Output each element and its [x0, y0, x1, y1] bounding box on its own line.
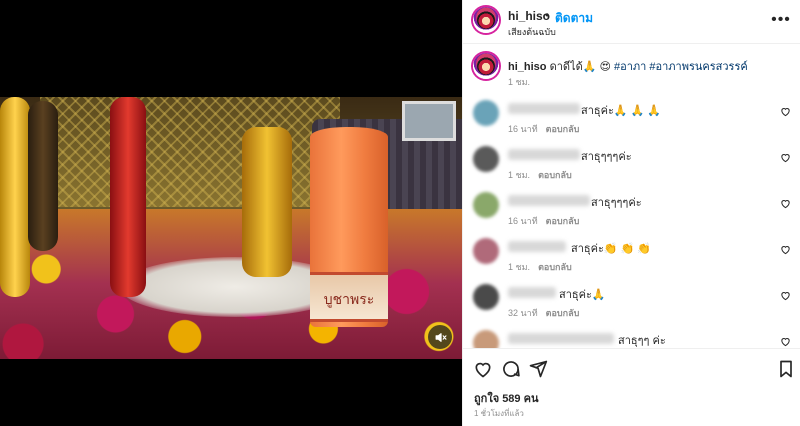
comment-text: สาธุๆๆ ค่ะ: [618, 335, 666, 347]
reply-button[interactable]: ตอบกลับ: [546, 124, 580, 134]
blurred-username: [508, 287, 556, 298]
action-bar: ถูกใจ 589 คน 1 ชั่วโมงที่แล้ว: [463, 348, 800, 426]
commenter-avatar[interactable]: [473, 238, 499, 264]
speaker-muted-icon: [435, 332, 447, 342]
send-icon: [529, 360, 548, 378]
caption-body: ดาดีได้🙏 😍: [549, 61, 611, 73]
caption-username[interactable]: hi_hiso: [508, 61, 547, 73]
comment-heart-icon[interactable]: [780, 290, 791, 301]
like-count[interactable]: ถูกใจ 589 คน: [474, 389, 538, 407]
like-button[interactable]: [473, 359, 493, 379]
original-audio-link[interactable]: เสียงต้นฉบับ: [508, 25, 556, 39]
blurred-username: [508, 333, 614, 344]
reply-button[interactable]: ตอบกลับ: [546, 216, 580, 226]
blurred-username: [508, 241, 566, 252]
picture-frame: [402, 101, 456, 141]
comment-list[interactable]: สาธุค่ะ🙏 🙏 🙏 16 นาที ตอบกลับ สาธุๆๆๆค่ะ 1…: [463, 92, 800, 348]
reply-button[interactable]: ตอบกลับ: [538, 262, 572, 272]
commenter-avatar[interactable]: [473, 192, 499, 218]
post-media[interactable]: บูชาพระ: [0, 0, 462, 426]
caption-text: hi_hiso ดาดีได้🙏 😍 #อาภา #อาภาพรนครสวรรค…: [508, 57, 748, 75]
wooden-pillar: [28, 101, 58, 251]
comment-meta: 32 นาที ตอบกลับ: [508, 306, 579, 320]
gold-dragon-candle: [242, 127, 292, 277]
commenter-avatar[interactable]: [473, 330, 499, 348]
gold-mesh-background: [40, 97, 340, 207]
comment-button[interactable]: [501, 359, 521, 379]
comment-heart-icon[interactable]: [780, 198, 791, 209]
comment-text: สาธุค่ะ🙏: [559, 289, 606, 301]
author-username[interactable]: hi_hiso: [508, 9, 550, 23]
comment-time: 16 นาที: [508, 216, 538, 226]
comment-item: สาธุๆๆๆค่ะ 16 นาที ตอบกลับ: [463, 188, 800, 234]
comment-meta: 1 ชม. ตอบกลับ: [508, 260, 572, 274]
blurred-username: [508, 103, 580, 114]
post-age: 1 ชั่วโมงที่แล้ว: [474, 409, 524, 418]
post-panel: hi_hiso • ติดตาม เสียงต้นฉบับ ••• hi_his…: [462, 0, 800, 426]
comment-time: 32 นาที: [508, 308, 538, 318]
comment-meta: 16 นาที ตอบกลับ: [508, 122, 579, 136]
comment-meta: 1 ชม. ตอบกลับ: [508, 168, 572, 182]
candle-label-text: บูชาพระ: [323, 292, 375, 308]
reply-button[interactable]: ตอบกลับ: [546, 308, 580, 318]
comment-meta: 16 นาที ตอบกลับ: [508, 214, 579, 228]
heart-icon: [475, 362, 491, 378]
comment-icon: [503, 361, 520, 377]
separator-dot: •: [545, 8, 550, 22]
comment-heart-icon[interactable]: [780, 106, 791, 117]
post-caption: hi_hiso ดาดีได้🙏 😍 #อาภา #อาภาพรนครสวรรค…: [463, 44, 800, 96]
post-header: hi_hiso • ติดตาม เสียงต้นฉบับ •••: [463, 0, 800, 44]
video-frame[interactable]: บูชาพระ: [0, 97, 462, 359]
commenter-avatar[interactable]: [473, 100, 499, 126]
blurred-username: [508, 149, 580, 160]
commenter-avatar[interactable]: [473, 284, 499, 310]
reply-button[interactable]: ตอบกลับ: [538, 170, 572, 180]
save-button[interactable]: [776, 359, 796, 379]
more-options-icon[interactable]: •••: [771, 12, 791, 28]
bookmark-icon: [780, 360, 792, 378]
share-button[interactable]: [528, 359, 548, 379]
comment-text: สาธุค่ะ👏 👏 👏: [571, 243, 652, 255]
caption-avatar[interactable]: [473, 53, 499, 79]
comment-item: สาธุๆๆๆค่ะ 1 ชม. ตอบกลับ: [463, 142, 800, 188]
comment-time: 16 นาที: [508, 124, 538, 134]
comment-text: สาธุค่ะ🙏 🙏 🙏: [581, 105, 662, 117]
comment-item: สาธุค่ะ🙏 32 นาที ตอบกลับ: [463, 280, 800, 326]
comment-text: สาธุๆๆๆค่ะ: [591, 197, 642, 209]
gold-dragon-pillar: [0, 97, 30, 297]
commenter-avatar[interactable]: [473, 146, 499, 172]
candle-label: บูชาพระ: [310, 272, 388, 322]
caption-time: 1 ชม.: [508, 77, 531, 87]
comment-text: สาธุๆๆๆค่ะ: [581, 151, 632, 163]
comment-heart-icon[interactable]: [780, 152, 791, 163]
mute-button[interactable]: [428, 325, 452, 349]
comment-item: สาธุค่ะ🙏 🙏 🙏 16 นาที ตอบกลับ: [463, 96, 800, 142]
comment-item: สาธุค่ะ👏 👏 👏 1 ชม. ตอบกลับ: [463, 234, 800, 280]
comment-heart-icon[interactable]: [780, 336, 791, 347]
author-avatar[interactable]: [473, 7, 499, 33]
red-candle: [110, 97, 146, 297]
comment-item: สาธุๆๆ ค่ะ: [463, 326, 800, 348]
comment-time: 1 ชม.: [508, 170, 531, 180]
blurred-username: [508, 195, 590, 206]
caption-hashtags[interactable]: #อาภา #อาภาพรนครสวรรค์: [614, 61, 748, 73]
comment-time: 1 ชม.: [508, 262, 531, 272]
follow-button[interactable]: ติดตาม: [555, 9, 593, 28]
comment-heart-icon[interactable]: [780, 244, 791, 255]
